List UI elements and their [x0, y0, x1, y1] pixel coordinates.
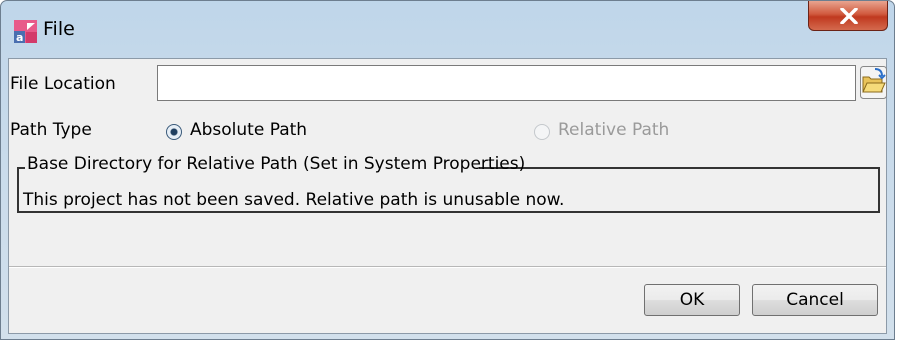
svg-text:a: a — [16, 31, 23, 43]
file-dialog-window: a File File Location Path Type Absolute … — [0, 0, 895, 340]
absolute-path-radio[interactable] — [166, 124, 182, 140]
base-directory-message: This project has not been saved. Relativ… — [23, 190, 565, 210]
path-type-label: Path Type — [10, 120, 92, 140]
relative-path-label[interactable]: Relative Path — [558, 120, 669, 140]
open-folder-icon — [860, 66, 887, 99]
absolute-path-label[interactable]: Absolute Path — [190, 120, 307, 140]
close-button[interactable] — [808, 1, 888, 31]
window-title: File — [43, 18, 75, 40]
base-directory-title: Base Directory for Relative Path (Set in… — [27, 154, 526, 174]
dialog-content: File Location Path Type Absolute Path Re… — [8, 58, 887, 334]
close-x-icon — [840, 8, 858, 24]
title-bar[interactable]: a File — [1, 1, 894, 57]
astah-app-icon: a — [14, 20, 37, 44]
browse-file-button[interactable] — [860, 66, 887, 99]
file-location-label: File Location — [10, 74, 116, 94]
file-location-input[interactable] — [157, 65, 856, 101]
divider — [9, 267, 886, 268]
cancel-button[interactable]: Cancel — [752, 284, 878, 316]
ok-button[interactable]: OK — [644, 284, 740, 316]
relative-path-radio[interactable] — [534, 124, 550, 140]
